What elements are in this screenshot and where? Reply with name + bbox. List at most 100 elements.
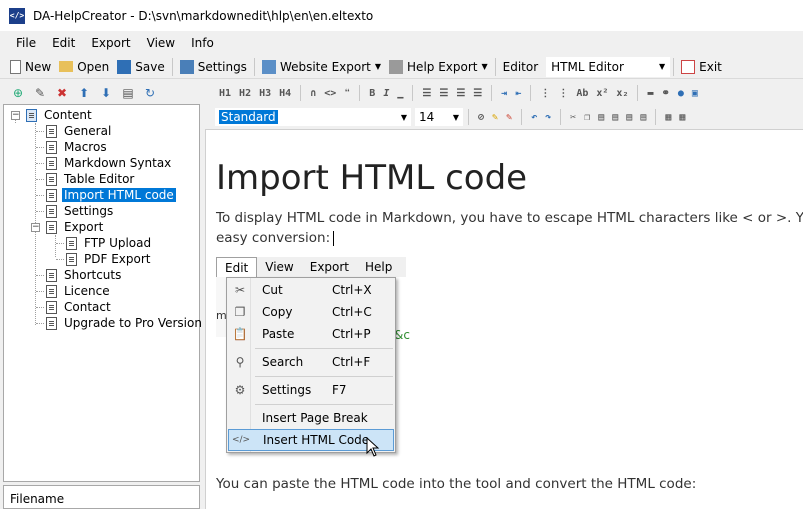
collapse-icon[interactable]: − [11, 111, 20, 120]
website-export-button[interactable]: Website Export ▼ [258, 56, 385, 78]
menu-info[interactable]: Info [183, 36, 222, 50]
page-icon [46, 300, 57, 314]
collapse-icon[interactable]: − [31, 223, 40, 232]
align-left-icon[interactable]: ☰ [418, 88, 435, 99]
tree-item-export[interactable]: Export [46, 219, 105, 235]
page-icon [46, 284, 57, 298]
paragraph-style-select[interactable]: Standard ▼ [215, 108, 411, 126]
menu-file[interactable]: File [8, 36, 44, 50]
editor-label: Editor [502, 59, 539, 74]
exit-icon [681, 59, 696, 74]
edit-page-icon[interactable]: ✎ [32, 85, 48, 101]
search-icon: ⚲ [235, 355, 245, 369]
numbered-list-icon[interactable]: ⋮ [554, 88, 572, 99]
italic-button[interactable]: I [379, 88, 393, 99]
exit-button[interactable]: Exit [677, 56, 726, 78]
tree-item-ftp-upload[interactable]: FTP Upload [66, 235, 153, 251]
find-icon[interactable]: ▤ [622, 112, 636, 123]
clear-format-icon[interactable]: ⊘ [474, 112, 488, 123]
tree-item-settings[interactable]: Settings [46, 203, 115, 219]
editor-pane[interactable]: Import HTML code To display HTML code in… [205, 129, 803, 509]
open-button[interactable]: Open [55, 56, 113, 78]
cut-icon[interactable]: ✂ [566, 112, 580, 123]
page-icon [46, 268, 57, 282]
tree-root[interactable]: Content [26, 107, 94, 123]
tree-item-import-html-code[interactable]: Import HTML code [46, 187, 176, 203]
window-title: DA-HelpCreator - D:\svn\markdownedit\hlp… [33, 8, 374, 23]
image-icon[interactable]: ▣ [688, 88, 702, 99]
table-edit-icon[interactable]: ▦ [675, 112, 689, 123]
code-icon[interactable]: ▤ [636, 112, 650, 123]
settings-button[interactable]: Settings [176, 56, 251, 78]
align-center-icon[interactable]: ☰ [435, 88, 452, 99]
align-right-icon[interactable]: ☰ [469, 88, 486, 99]
underline-icon[interactable]: ▁ [393, 88, 407, 99]
outdent-icon[interactable]: ⇤ [511, 88, 525, 99]
chevron-down-icon: ▼ [452, 112, 459, 122]
code-block-button[interactable]: ∩ [306, 88, 320, 99]
tree-item-contact[interactable]: Contact [46, 299, 113, 315]
superscript-icon[interactable]: x² [592, 88, 612, 99]
mouse-pointer-icon [366, 437, 380, 457]
menu-edit[interactable]: Edit [44, 36, 83, 50]
heading1-button[interactable]: H1 [215, 88, 235, 99]
tree-line [55, 235, 56, 257]
tree-item-markdown-syntax[interactable]: Markdown Syntax [46, 155, 173, 171]
screenshot-menu-view: View [265, 260, 294, 274]
main-toolbar: New Open Save Settings Website Export ▼ … [0, 55, 803, 79]
filename-panel: Filename [3, 485, 200, 509]
folder-page-icon [26, 108, 37, 122]
paste-text-icon[interactable]: ▤ [608, 112, 622, 123]
settings-icon [179, 59, 194, 74]
quote-button[interactable]: ❝ [340, 88, 354, 99]
heading3-button[interactable]: H3 [255, 88, 275, 99]
subscript-icon[interactable]: x₂ [612, 88, 632, 99]
copy-icon[interactable]: ❐ [580, 112, 594, 123]
inline-code-button[interactable]: <> [320, 88, 340, 99]
save-button[interactable]: Save [113, 56, 168, 78]
tree-item-upgrade[interactable]: Upgrade to Pro Version [46, 315, 204, 331]
heading2-button[interactable]: H2 [235, 88, 255, 99]
horizontal-rule-icon[interactable]: ▬ [643, 88, 657, 99]
table-icon[interactable]: ▦ [661, 112, 675, 123]
paste-icon[interactable]: ▤ [594, 112, 608, 123]
heading4-button[interactable]: H4 [275, 88, 295, 99]
case-icon[interactable]: Ab [572, 88, 592, 99]
tree-line [36, 147, 44, 148]
link-icon[interactable]: ⚭ [658, 88, 674, 99]
tree-line [36, 179, 44, 180]
menu-separator [255, 348, 393, 349]
menu-export[interactable]: Export [83, 36, 138, 50]
highlighter-icon[interactable]: ✎ [488, 112, 502, 123]
toolbar-separator [655, 109, 657, 125]
new-button[interactable]: New [6, 56, 55, 78]
toolbar-separator [253, 57, 255, 76]
website-icon [261, 59, 276, 74]
font-color-icon[interactable]: ✎ [502, 112, 516, 123]
move-down-icon[interactable]: ⬇ [98, 85, 114, 101]
tree-item-pdf-export[interactable]: PDF Export [66, 251, 152, 267]
editor-select[interactable]: HTML Editor ▼ [546, 56, 671, 77]
indent-icon[interactable]: ⇥ [497, 88, 511, 99]
align-justify-icon[interactable]: ☰ [452, 88, 469, 99]
bullet-list-icon[interactable]: ⋮ [536, 88, 554, 99]
toolbar-separator [494, 57, 496, 76]
delete-page-icon[interactable]: ✖ [54, 85, 70, 101]
font-size-select[interactable]: 14 ▼ [415, 108, 463, 126]
redo-icon[interactable]: ↷ [541, 112, 555, 123]
add-page-icon[interactable]: ⊕ [10, 85, 26, 101]
refresh-icon[interactable]: ↻ [142, 85, 158, 101]
tree-item-macros[interactable]: Macros [46, 139, 109, 155]
globe-icon[interactable]: ● [674, 88, 688, 99]
menu-view[interactable]: View [139, 36, 183, 50]
move-up-icon[interactable]: ⬆ [76, 85, 92, 101]
tree-item-shortcuts[interactable]: Shortcuts [46, 267, 123, 283]
page-icon [46, 220, 57, 234]
page-properties-icon[interactable]: ▤ [120, 85, 136, 101]
help-export-button[interactable]: Help Export ▼ [385, 56, 492, 78]
bold-button[interactable]: B [365, 88, 379, 99]
undo-icon[interactable]: ↶ [527, 112, 541, 123]
tree-item-table-editor[interactable]: Table Editor [46, 171, 136, 187]
tree-item-licence[interactable]: Licence [46, 283, 112, 299]
tree-item-general[interactable]: General [46, 123, 113, 139]
